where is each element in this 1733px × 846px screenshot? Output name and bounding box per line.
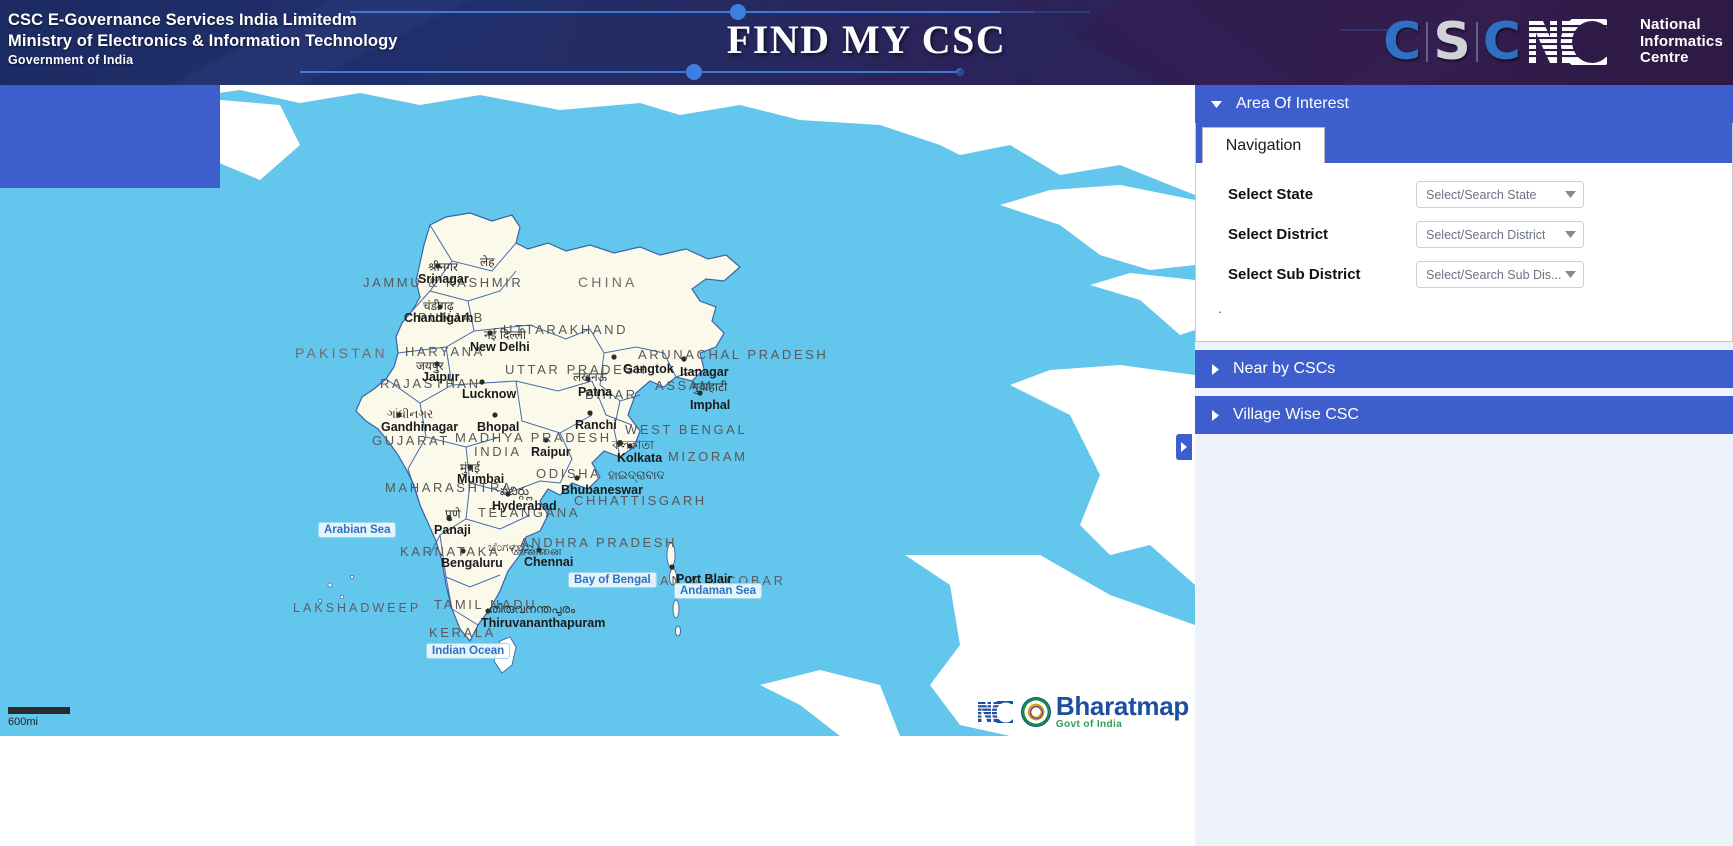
accordion-header-area-of-interest[interactable]: Area Of Interest	[1195, 85, 1733, 123]
nic-logo: National Informatics Centre	[1528, 15, 1723, 67]
map-overlay-panel[interactable]	[0, 85, 220, 188]
chevron-down-icon	[1565, 271, 1576, 278]
accordion-header-near-by-cscs[interactable]: Near by CSCs	[1195, 350, 1733, 388]
panel-collapse-handle[interactable]	[1176, 434, 1192, 460]
org-line-1: CSC E-Governance Services India Limitedm	[8, 11, 357, 29]
accordion-label-area-of-interest: Area Of Interest	[1236, 95, 1349, 112]
csc-logo: C S C	[1383, 13, 1521, 71]
accordion-header-village-wise-csc[interactable]: Village Wise CSC	[1195, 396, 1733, 434]
right-side-panel: Area Of Interest Navigation Select State…	[1195, 85, 1733, 846]
form-row-state: Select State Select/Search State	[1196, 181, 1732, 208]
label-select-state: Select State	[1228, 186, 1314, 203]
bharatmap-attribution[interactable]: Bharatmap Govt of India	[977, 693, 1189, 730]
nic-logo-text: National Informatics Centre	[1639, 15, 1723, 67]
bharatmap-text: Bharatmap Govt of India	[1056, 693, 1189, 730]
csc-logo-c1: C	[1383, 12, 1422, 72]
dropdown-select-district[interactable]: Select/Search District	[1416, 221, 1584, 248]
chevron-down-icon	[1565, 231, 1576, 238]
form-footer-dot: .	[1218, 301, 1222, 316]
csc-logo-s: S	[1433, 12, 1471, 72]
nic-line-2: Informatics	[1639, 32, 1723, 50]
org-line-2: Ministry of Electronics & Information Te…	[8, 32, 398, 51]
chevron-down-icon	[1211, 100, 1222, 108]
dropdown-select-state[interactable]: Select/Search State	[1416, 181, 1584, 208]
bharatmap-nic-mark	[977, 700, 1016, 723]
chevron-right-icon	[1211, 409, 1219, 421]
accordion-label-near-by-cscs: Near by CSCs	[1233, 360, 1336, 377]
label-select-sub-district: Select Sub District	[1228, 266, 1361, 283]
dropdown-select-sub-district-value: Select/Search Sub Dis...	[1426, 267, 1561, 282]
bharatmap-tagline: Govt of India	[1055, 719, 1123, 730]
scale-bar-label: 600mi	[8, 716, 38, 728]
dropdown-select-sub-district[interactable]: Select/Search Sub Dis...	[1416, 261, 1584, 288]
scale-bar-line	[8, 707, 70, 714]
header-organization: CSC E-Governance Services India Limitedm…	[8, 10, 398, 68]
org-line-3: Government of India	[8, 53, 134, 68]
tab-navigation[interactable]: Navigation	[1202, 127, 1325, 163]
form-row-district: Select District Select/Search District	[1196, 221, 1732, 248]
accordion-spacer-2	[1195, 388, 1733, 396]
nic-line-1: National	[1639, 15, 1701, 33]
csc-logo-c2: C	[1482, 12, 1521, 72]
map-scale-bar: 600mi	[8, 707, 70, 728]
chevron-right-icon	[1211, 363, 1219, 375]
csc-logo-divider-1	[1426, 22, 1429, 62]
find-my-csc-app: CSC E-Governance Services India Limitedm…	[0, 0, 1733, 846]
tab-navigation-label: Navigation	[1225, 136, 1302, 154]
dropdown-select-state-value: Select/Search State	[1426, 187, 1537, 202]
accordion-body-area-of-interest: Navigation Select State Select/Search St…	[1195, 123, 1733, 342]
accordion-spacer-1	[1195, 342, 1733, 350]
form-row-sub-district: Select Sub District Select/Search Sub Di…	[1196, 261, 1732, 288]
header-logos: C S C National Informatics Centre	[1383, 8, 1723, 76]
nic-line-3: Centre	[1639, 49, 1689, 67]
chevron-down-icon	[1565, 191, 1576, 198]
accordion-label-village-wise-csc: Village Wise CSC	[1233, 406, 1359, 423]
area-of-interest-form: Select State Select/Search State Select …	[1196, 163, 1732, 341]
page-title-text: FIND MY CSC	[726, 17, 1007, 62]
tabstrip: Navigation	[1196, 123, 1732, 163]
app-header: CSC E-Governance Services India Limitedm…	[0, 0, 1733, 85]
nic-logo-mark	[1528, 18, 1633, 65]
chevron-right-icon	[1181, 442, 1187, 452]
csc-logo-divider-2	[1475, 22, 1478, 62]
ashoka-chakra-icon	[1020, 696, 1051, 727]
label-select-district: Select District	[1228, 226, 1329, 243]
dropdown-select-district-value: Select/Search District	[1426, 227, 1546, 242]
bharatmap-brand: Bharatmap	[1055, 691, 1189, 721]
